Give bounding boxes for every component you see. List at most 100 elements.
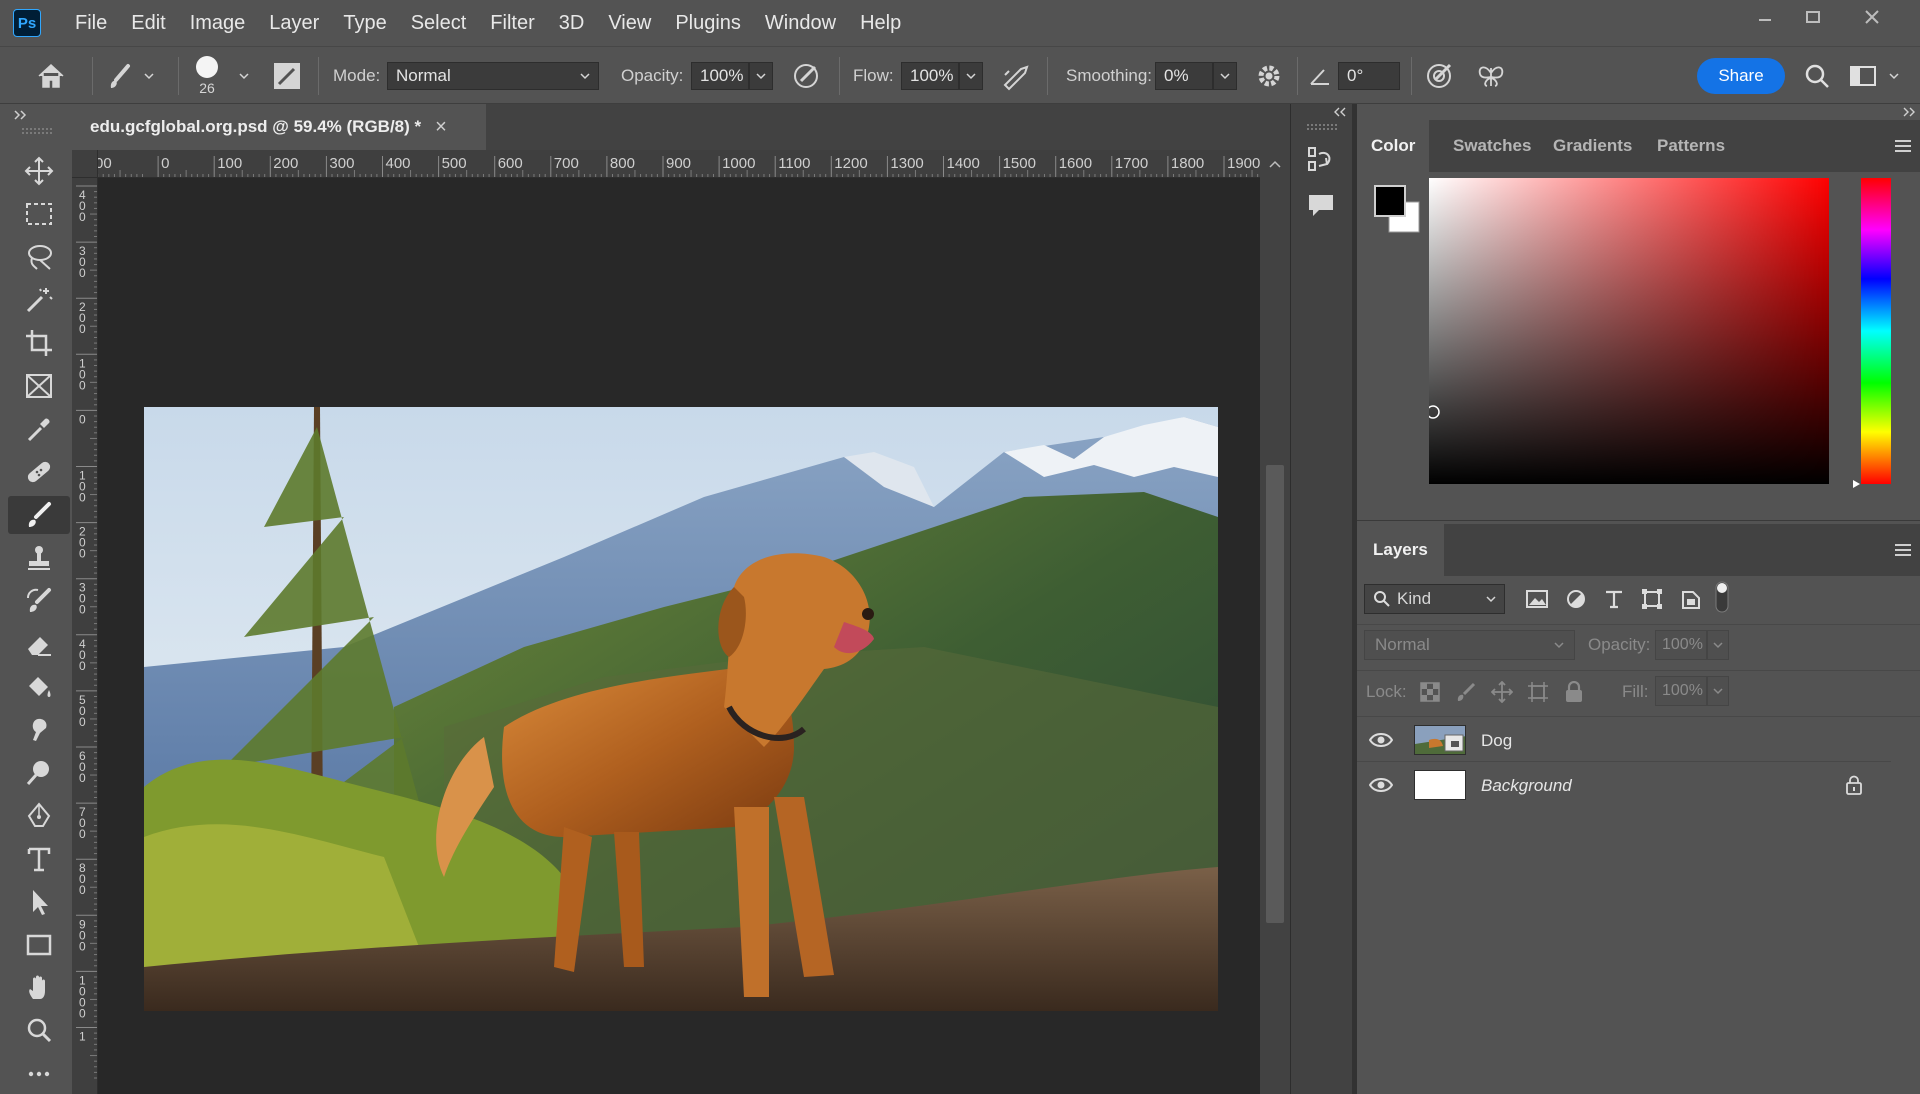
filter-pixel-button[interactable] [1524, 586, 1550, 612]
scrollbar-thumb[interactable] [1266, 465, 1284, 923]
comments-panel-button[interactable] [1305, 190, 1337, 222]
smudge-tool[interactable] [8, 711, 70, 749]
layer-row-dog[interactable]: Dog [1357, 718, 1891, 762]
zoom-tool[interactable] [8, 1012, 70, 1050]
filter-toggle[interactable] [1713, 580, 1731, 614]
layer-opacity-dropdown[interactable] [1707, 630, 1729, 660]
home-button[interactable] [36, 47, 66, 105]
menu-file[interactable]: File [63, 0, 119, 46]
visibility-toggle[interactable] [1367, 771, 1395, 799]
toolbar-collapse-button[interactable] [0, 104, 40, 126]
menu-filter[interactable]: Filter [478, 0, 546, 46]
flow-input[interactable]: 100% [901, 62, 959, 90]
layer-row-background[interactable]: Background [1357, 763, 1891, 807]
close-tab-button[interactable]: × [435, 116, 447, 139]
document-tab[interactable]: edu.gcfglobal.org.psd @ 59.4% (RGB/8) * … [72, 104, 486, 150]
filter-smart-object-button[interactable] [1678, 586, 1704, 612]
clone-stamp-tool[interactable] [8, 539, 70, 577]
filter-shape-button[interactable] [1639, 586, 1665, 612]
smoothing-dropdown[interactable] [1213, 62, 1237, 90]
history-brush-tool[interactable] [8, 582, 70, 620]
tab-gradients[interactable]: Gradients [1539, 120, 1646, 172]
angle-input[interactable]: 0° [1338, 62, 1400, 90]
menu-image[interactable]: Image [178, 0, 258, 46]
layer-name[interactable]: Background [1481, 776, 1572, 796]
menu-select[interactable]: Select [399, 0, 479, 46]
canvas-area[interactable] [98, 178, 1260, 1094]
layer-name[interactable]: Dog [1481, 731, 1512, 751]
eraser-tool[interactable] [8, 625, 70, 663]
chevron-down-icon[interactable] [239, 71, 249, 81]
flow-dropdown[interactable] [959, 62, 983, 90]
search-button[interactable] [1803, 47, 1831, 105]
layer-filter-select[interactable]: Kind [1364, 584, 1505, 614]
eyedropper-tool[interactable] [8, 410, 70, 448]
pressure-size-button[interactable] [1424, 47, 1454, 105]
smoothing-input[interactable]: 0% [1155, 62, 1213, 90]
menu-layer[interactable]: Layer [257, 0, 331, 46]
lock-all-button[interactable] [1562, 680, 1586, 704]
brush-settings-button[interactable] [272, 47, 302, 105]
fill-input[interactable]: 100% [1655, 676, 1707, 706]
hand-tool[interactable] [8, 969, 70, 1007]
tab-patterns[interactable]: Patterns [1643, 120, 1739, 172]
document-image[interactable] [144, 407, 1218, 1011]
menu-plugins[interactable]: Plugins [663, 0, 753, 46]
dock-grip[interactable] [1307, 124, 1337, 130]
opacity-dropdown[interactable] [749, 62, 773, 90]
filter-type-button[interactable] [1601, 586, 1627, 612]
fg-bg-swatches[interactable] [1373, 184, 1423, 236]
tab-swatches[interactable]: Swatches [1439, 120, 1545, 172]
paint-bucket-tool[interactable] [8, 668, 70, 706]
menu-window[interactable]: Window [753, 0, 848, 46]
history-panel-button[interactable] [1305, 144, 1337, 176]
more-tools-button[interactable] [8, 1055, 70, 1093]
magic-wand-tool[interactable] [8, 281, 70, 319]
menu-3d[interactable]: 3D [547, 0, 597, 46]
pen-tool[interactable] [8, 797, 70, 835]
marquee-tool[interactable] [8, 195, 70, 233]
lock-transparent-button[interactable] [1418, 680, 1442, 704]
brush-picker[interactable]: 26 [196, 47, 218, 105]
lock-artboard-button[interactable] [1526, 680, 1550, 704]
lock-pixels-button[interactable] [1454, 680, 1478, 704]
hue-slider[interactable] [1851, 178, 1893, 496]
rectangle-tool[interactable] [8, 926, 70, 964]
workspace-button[interactable] [1849, 47, 1899, 105]
close-window-button[interactable] [1843, 0, 1901, 34]
type-tool[interactable] [8, 840, 70, 878]
move-tool[interactable] [8, 152, 70, 190]
panel-menu-icon[interactable] [1890, 537, 1916, 563]
lock-position-button[interactable] [1490, 680, 1514, 704]
crop-tool[interactable] [8, 324, 70, 362]
vertical-ruler[interactable]: 4003002001000100200300400500600700800900… [72, 178, 98, 1094]
collapse-left-icon[interactable] [1329, 104, 1353, 120]
double-chevron-right-icon[interactable] [1896, 104, 1920, 120]
opacity-input[interactable]: 100% [691, 62, 749, 90]
symmetry-button[interactable] [1476, 47, 1506, 105]
horizontal-ruler[interactable]: 0001002003004005006007008009001000110012… [98, 150, 1260, 178]
scroll-up-icon[interactable] [1260, 154, 1290, 174]
color-field[interactable] [1429, 178, 1829, 484]
hue-slider-handle[interactable] [1853, 480, 1860, 488]
menu-type[interactable]: Type [331, 0, 398, 46]
frame-tool[interactable] [8, 367, 70, 405]
dodge-tool[interactable] [8, 754, 70, 792]
brush-tool[interactable] [8, 496, 70, 534]
path-selection-tool[interactable] [8, 883, 70, 921]
blend-mode-select[interactable]: Normal [1364, 630, 1575, 660]
tool-preset-picker[interactable] [106, 47, 154, 105]
airbrush-button[interactable] [1001, 47, 1033, 105]
healing-brush-tool[interactable] [8, 453, 70, 491]
menu-help[interactable]: Help [848, 0, 913, 46]
tab-color[interactable]: Color [1357, 120, 1430, 172]
share-button[interactable]: Share [1697, 58, 1785, 94]
toolbar-grip[interactable] [22, 128, 52, 134]
tab-layers[interactable]: Layers [1357, 524, 1444, 576]
fill-dropdown[interactable] [1707, 676, 1729, 706]
menu-view[interactable]: View [596, 0, 663, 46]
pressure-opacity-button[interactable] [791, 47, 821, 105]
smoothing-settings-button[interactable] [1255, 47, 1283, 105]
mode-select[interactable]: Normal [387, 62, 599, 90]
filter-adjustment-button[interactable] [1563, 586, 1589, 612]
